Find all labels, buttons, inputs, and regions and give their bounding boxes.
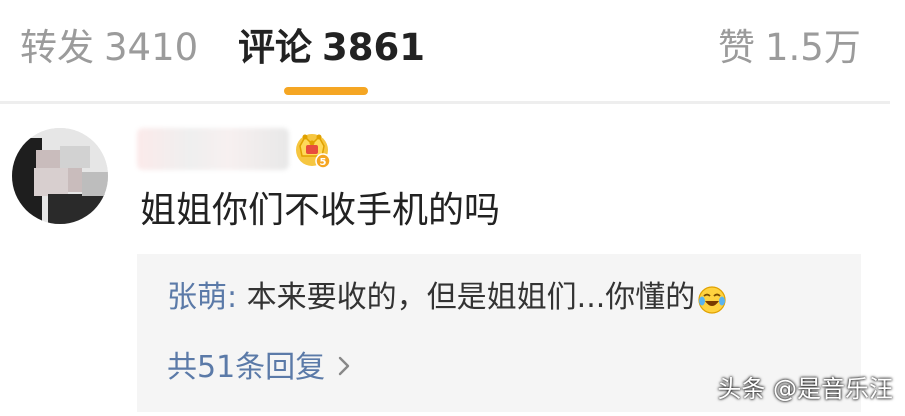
- crown-vip-badge-icon: 5: [292, 126, 332, 170]
- view-all-replies-link[interactable]: 共51条回复: [167, 346, 351, 390]
- tab-likes[interactable]: 赞 1.5万: [718, 24, 861, 72]
- tab-comments-count: 3861: [322, 26, 425, 69]
- tab-repost[interactable]: 转发 3410: [20, 24, 198, 72]
- username-blurred[interactable]: [137, 128, 289, 170]
- tab-divider: [0, 101, 890, 104]
- tab-repost-label: 转发: [20, 26, 94, 69]
- tab-comments[interactable]: 评论 3861: [238, 24, 425, 72]
- reply-line: 张萌: 本来要收的，但是姐姐们...你懂的: [167, 276, 727, 320]
- tab-likes-count: 1.5万: [765, 26, 861, 69]
- comment-tab-bar: 转发 3410 评论 3861 赞 1.5万: [0, 0, 905, 104]
- tab-comments-label: 评论: [238, 26, 312, 69]
- reply-separator: :: [227, 280, 238, 315]
- chevron-right-icon: [337, 346, 351, 390]
- weibo-comments-page: 转发 3410 评论 3861 赞 1.5万 5 姐姐你们不收手机的吗 张萌: …: [0, 0, 905, 416]
- comment-text: 姐姐你们不收手机的吗: [140, 190, 501, 231]
- reply-author[interactable]: 张萌: [167, 280, 227, 315]
- reply-text: 本来要收的，但是姐姐们...你懂的: [246, 280, 696, 315]
- watermark: 头条 @是音乐汪: [717, 375, 893, 403]
- active-tab-indicator: [284, 87, 368, 95]
- tab-likes-label: 赞: [718, 26, 755, 69]
- avatar[interactable]: [12, 128, 108, 224]
- badge-level-text: 5: [320, 157, 327, 168]
- tab-repost-count: 3410: [104, 26, 199, 69]
- view-all-replies-label: 共51条回复: [167, 350, 326, 385]
- laugh-cry-emoji-icon: [697, 284, 727, 314]
